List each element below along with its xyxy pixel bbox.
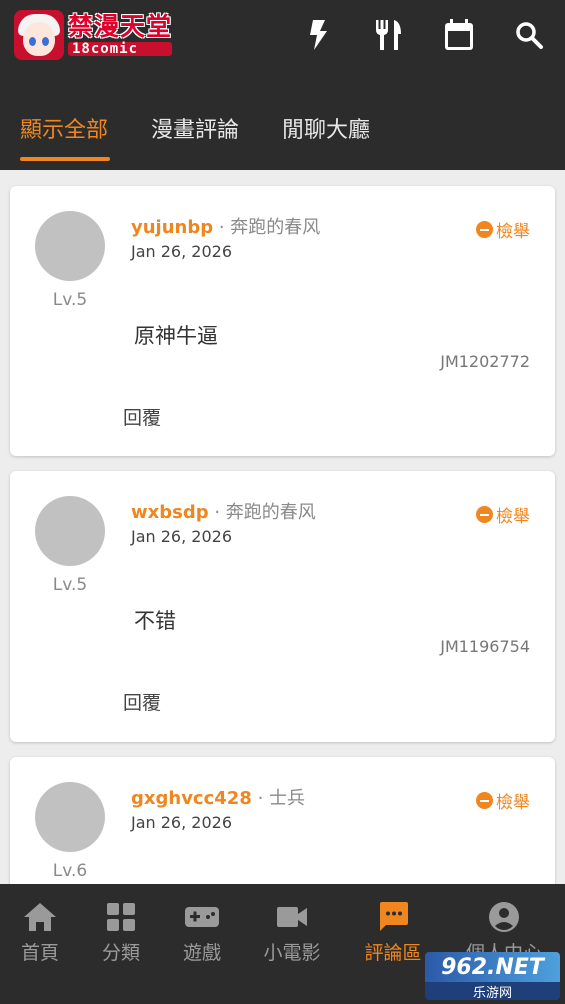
nav-label: 小電影 <box>263 942 321 964</box>
active-tab-indicator <box>20 157 110 161</box>
tab-bar: 顯示全部 漫畫評論 閒聊大廳 <box>0 70 565 170</box>
avatar[interactable] <box>35 211 105 281</box>
home-icon <box>0 898 80 936</box>
report-label: 檢舉 <box>496 222 530 242</box>
username[interactable]: yujunbp <box>131 217 213 238</box>
tab-show-all[interactable]: 顯示全部 <box>20 112 108 144</box>
avatar[interactable] <box>35 782 105 852</box>
nav-label: 首頁 <box>20 942 59 964</box>
comment-date: Jan 26, 2026 <box>131 242 232 261</box>
comment-date: Jan 26, 2026 <box>131 813 232 832</box>
user-level: Lv.5 <box>52 290 88 310</box>
nav-label: 分類 <box>101 942 140 964</box>
logo-mascot-icon <box>14 10 64 60</box>
nav-categories[interactable]: 分類 <box>81 898 161 965</box>
user-level: Lv.6 <box>52 861 88 881</box>
nav-games[interactable]: 遊戲 <box>162 898 242 965</box>
logo-title: 禁漫天堂 <box>68 12 173 41</box>
chat-icon <box>353 898 433 936</box>
nav-home[interactable]: 首頁 <box>0 898 80 965</box>
report-button[interactable]: 檢舉 <box>476 788 530 813</box>
watermark-text: 962.NET <box>425 952 560 982</box>
comment-date: Jan 26, 2026 <box>131 527 232 546</box>
restaurant-icon[interactable] <box>371 18 405 52</box>
report-label: 檢舉 <box>496 507 530 527</box>
minus-circle-icon <box>476 221 493 238</box>
comic-id[interactable]: JM1202772 <box>440 352 530 371</box>
watermark-subtext: 乐游网 <box>425 982 560 1000</box>
app-logo[interactable]: 禁漫天堂 18comic <box>14 10 173 60</box>
report-label: 檢舉 <box>496 793 530 813</box>
search-icon[interactable] <box>512 18 546 52</box>
logo-subtitle: 18comic <box>68 42 173 56</box>
comment-card: Lv.5 wxbsdp · 奔跑的春风 Jan 26, 2026 檢舉 不错 J… <box>10 471 555 742</box>
user-title: · 士兵 <box>257 788 306 809</box>
nav-label: 評論區 <box>364 942 422 964</box>
reply-button[interactable]: 回覆 <box>123 688 161 715</box>
report-button[interactable]: 檢舉 <box>476 502 530 527</box>
nav-videos[interactable]: 小電影 <box>252 898 332 965</box>
lightning-icon[interactable] <box>301 18 335 52</box>
reply-button[interactable]: 回覆 <box>123 403 161 430</box>
minus-circle-icon <box>476 792 493 809</box>
gamepad-icon <box>162 898 242 936</box>
comment-content: 原神牛逼 <box>134 324 218 348</box>
comic-id[interactable]: JM1196754 <box>440 637 530 656</box>
nav-comments[interactable]: 評論區 <box>353 898 433 965</box>
account-icon <box>463 898 545 936</box>
video-icon <box>252 898 332 936</box>
username[interactable]: wxbsdp <box>131 502 209 523</box>
grid-icon <box>81 898 161 936</box>
tab-comic-reviews[interactable]: 漫畫評論 <box>151 112 239 144</box>
minus-circle-icon <box>476 506 493 523</box>
username[interactable]: gxghvcc428 <box>131 788 252 809</box>
user-level: Lv.5 <box>52 575 88 595</box>
tab-chat-lounge[interactable]: 閒聊大廳 <box>282 112 370 144</box>
calendar-icon[interactable] <box>442 18 476 52</box>
nav-label: 遊戲 <box>182 942 221 964</box>
user-title: · 奔跑的春风 <box>214 502 316 523</box>
report-button[interactable]: 檢舉 <box>476 217 530 242</box>
comment-card: Lv.5 yujunbp · 奔跑的春风 Jan 26, 2026 檢舉 原神牛… <box>10 186 555 456</box>
comment-content: 不错 <box>134 609 176 633</box>
top-app-bar: 禁漫天堂 18comic <box>0 0 565 70</box>
watermark-logo: 962.NET 乐游网 <box>425 952 560 1000</box>
avatar[interactable] <box>35 496 105 566</box>
user-title: · 奔跑的春风 <box>218 217 321 238</box>
